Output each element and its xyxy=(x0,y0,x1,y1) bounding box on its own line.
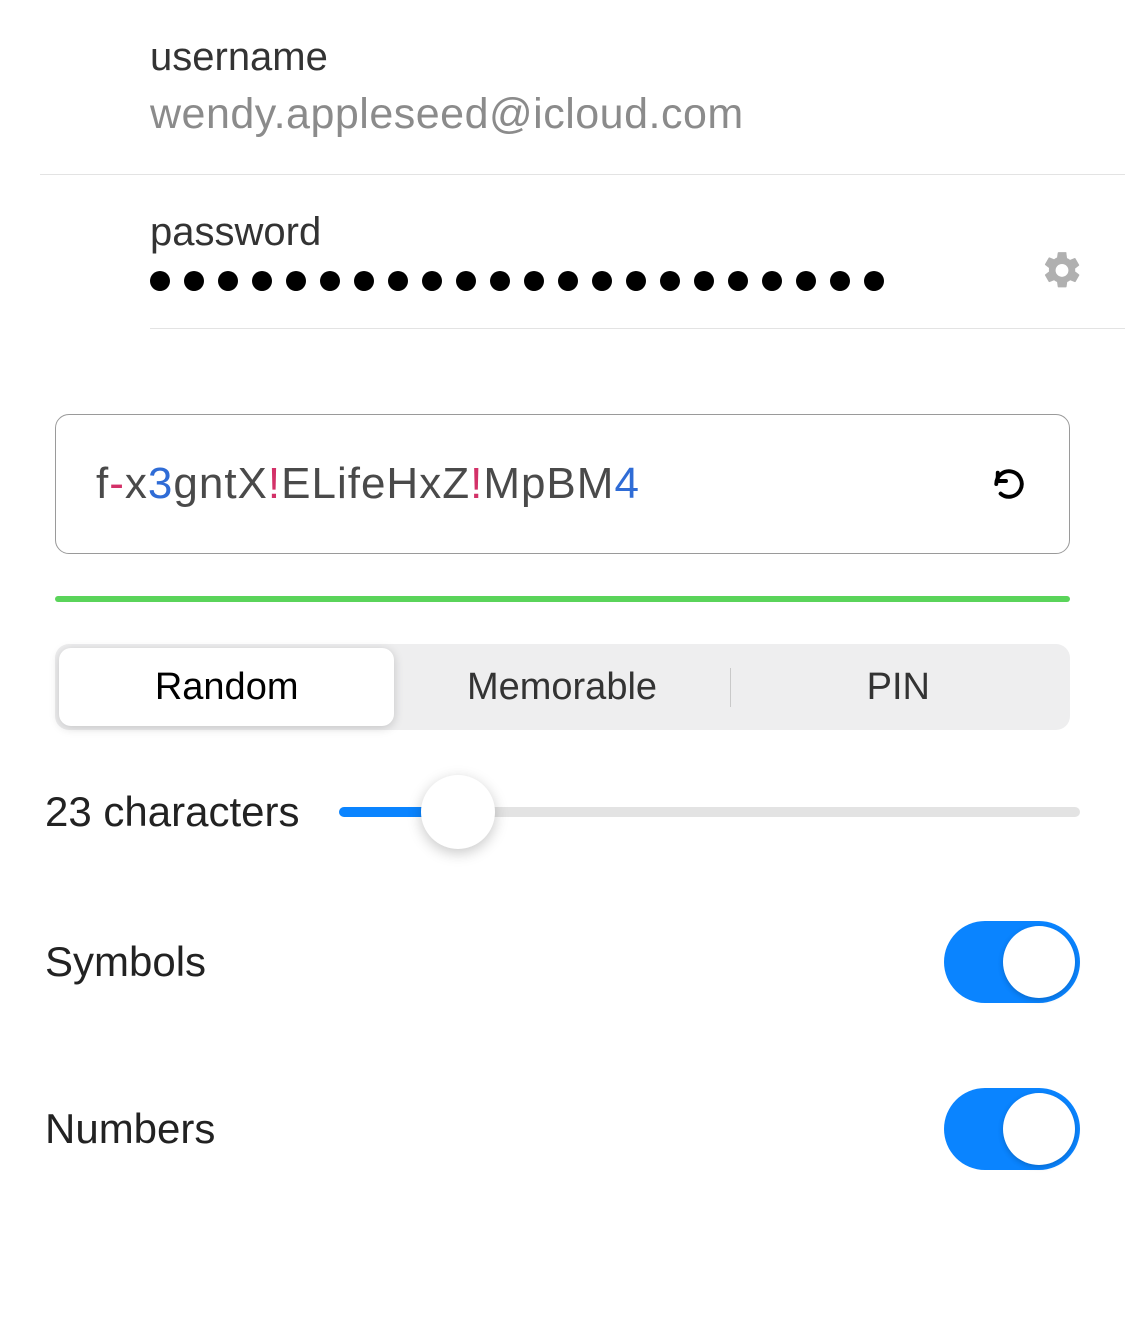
numbers-toggle[interactable] xyxy=(944,1088,1080,1170)
segment-random[interactable]: Random xyxy=(59,648,394,726)
generated-password-text: f-x3gntX!ELifeHxZ!MpBM4 xyxy=(96,459,640,509)
symbols-toggle-knob xyxy=(1003,926,1075,998)
numbers-label: Numbers xyxy=(45,1105,215,1153)
password-label: password xyxy=(150,210,1125,255)
length-row: 23 characters xyxy=(45,788,1080,836)
gear-icon[interactable] xyxy=(1039,247,1085,293)
symbols-label: Symbols xyxy=(45,938,206,986)
password-type-segment: Random Memorable PIN xyxy=(55,644,1070,730)
refresh-icon[interactable] xyxy=(989,464,1029,504)
password-row[interactable]: password xyxy=(150,175,1125,329)
symbols-row: Symbols xyxy=(45,921,1080,1003)
segment-memorable[interactable]: Memorable xyxy=(394,648,729,726)
symbols-toggle[interactable] xyxy=(944,921,1080,1003)
generated-password-box: f-x3gntX!ELifeHxZ!MpBM4 xyxy=(55,414,1070,554)
password-strength-bar xyxy=(55,596,1070,602)
length-slider[interactable] xyxy=(339,807,1080,817)
username-value: wendy.appleseed@icloud.com xyxy=(150,90,1125,139)
numbers-toggle-knob xyxy=(1003,1093,1075,1165)
segment-pin[interactable]: PIN xyxy=(731,648,1066,726)
username-label: username xyxy=(150,35,1125,80)
length-label: 23 characters xyxy=(45,788,299,836)
numbers-row: Numbers xyxy=(45,1088,1080,1170)
username-row[interactable]: username wendy.appleseed@icloud.com xyxy=(40,0,1125,175)
password-masked-value xyxy=(150,265,1125,293)
length-slider-thumb[interactable] xyxy=(421,775,495,849)
